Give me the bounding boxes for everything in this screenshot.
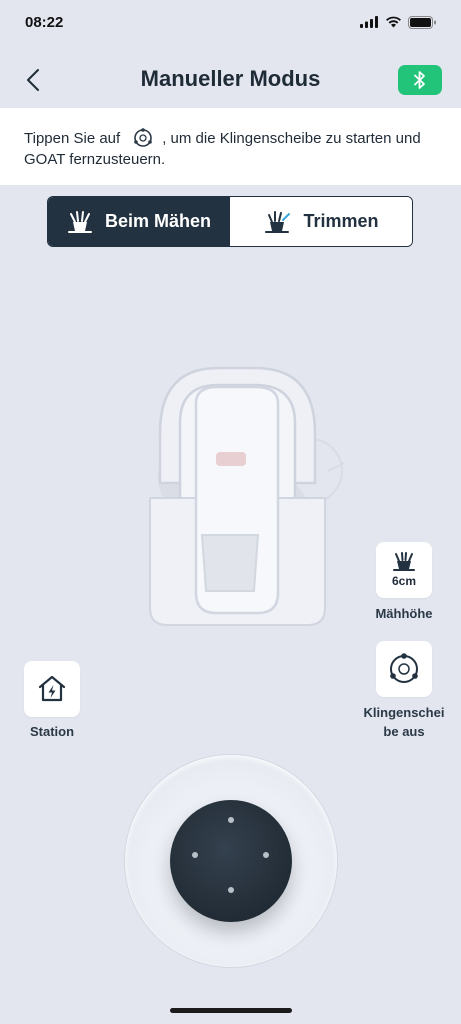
grass-trimming-icon xyxy=(265,210,291,233)
station-home-icon xyxy=(38,675,66,702)
bluetooth-icon xyxy=(414,71,425,89)
joystick-dot-down xyxy=(228,887,234,893)
segment-trimming-label: Trimmen xyxy=(303,211,379,231)
joystick-knob[interactable] xyxy=(170,800,292,922)
signal-icon xyxy=(360,16,378,28)
info-line-1: Tippen Sie auf , um die Klingenscheibe z… xyxy=(24,127,421,149)
page-title: Manueller Modus xyxy=(140,66,321,91)
segment-mowing[interactable]: Beim Mähen xyxy=(48,197,230,246)
blade-disc-icon xyxy=(132,127,154,149)
mower-illustration xyxy=(149,366,345,626)
battery-icon xyxy=(408,15,436,29)
blade-label: Klingenschei be aus xyxy=(355,703,453,741)
blade-label-line-2: be aus xyxy=(383,724,425,739)
joystick-dot-up xyxy=(228,817,234,823)
status-time: 08:22 xyxy=(25,14,64,31)
wifi-icon xyxy=(386,16,401,28)
bluetooth-button[interactable] xyxy=(398,65,442,95)
mode-segmented-control: Beim Mähen Trimmen xyxy=(47,196,413,247)
cutting-height-value: 6cm xyxy=(391,574,417,588)
blade-disc-icon xyxy=(390,653,418,683)
station-button[interactable] xyxy=(24,661,80,717)
joystick-dot-right xyxy=(263,852,269,858)
info-line-2: GOAT fernzusteuern. xyxy=(24,151,166,168)
joystick-dot-left xyxy=(192,852,198,858)
blade-label-line-1: Klingenschei xyxy=(363,705,445,720)
info-text-after: , um die Klingenscheibe zu starten und xyxy=(162,129,421,147)
cutting-height-icon xyxy=(393,552,415,571)
blade-toggle-button[interactable] xyxy=(376,641,432,697)
grass-mowing-icon xyxy=(67,210,92,233)
cutting-height-label: Mähhöhe xyxy=(375,606,433,621)
segment-mowing-label: Beim Mähen xyxy=(104,211,212,231)
info-text-before: Tippen Sie auf xyxy=(24,129,121,147)
cutting-height-button[interactable]: 6cm xyxy=(376,542,432,598)
segment-trimming[interactable]: Trimmen xyxy=(230,197,412,246)
station-label: Station xyxy=(29,724,75,739)
home-indicator[interactable] xyxy=(170,1008,292,1013)
status-icons xyxy=(360,15,437,29)
